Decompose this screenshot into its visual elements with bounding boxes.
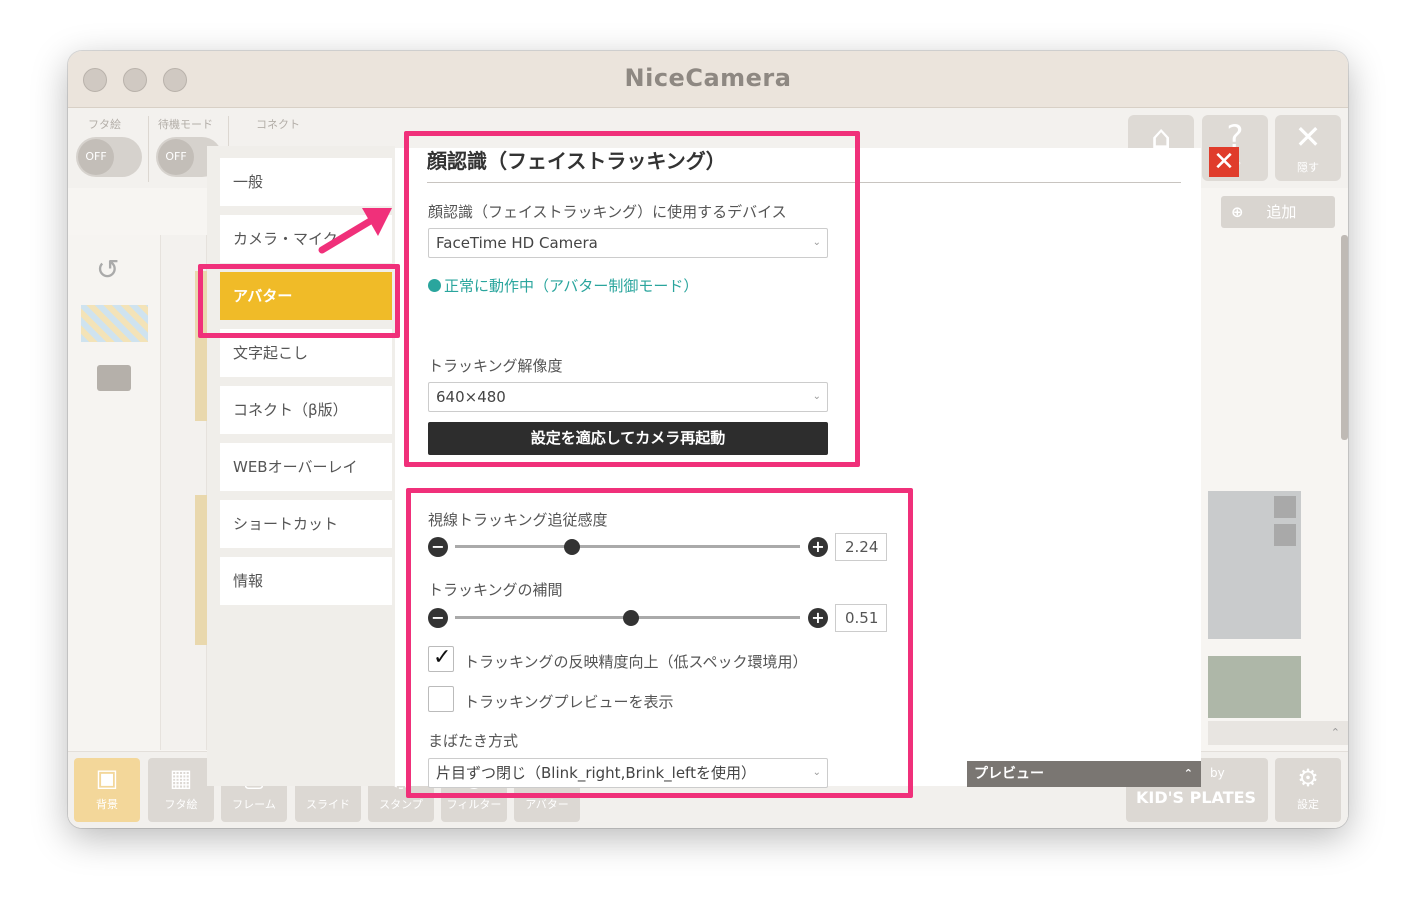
hide-caption: 隠す	[1297, 161, 1319, 174]
toggle-off-label: OFF	[158, 139, 194, 175]
settings-button[interactable]: ⚙ 設定	[1275, 758, 1341, 822]
plus-circle-icon: ⊕	[1231, 203, 1244, 221]
highlight-face-tracking-section	[404, 131, 860, 467]
bottom-tab-background[interactable]: ▣ 背景	[74, 758, 140, 822]
folder-icon[interactable]	[97, 365, 131, 391]
preview-bar[interactable]: プレビュー ⌃	[967, 761, 1201, 787]
bottom-tab-label: スライド	[306, 798, 350, 811]
arrow-annotation-icon	[318, 208, 392, 254]
grid-image-icon: ▦	[169, 764, 193, 792]
gear-icon: ⚙	[1297, 764, 1319, 792]
nav-item-general[interactable]: 一般	[220, 158, 392, 206]
chevron-up-icon: ⌃	[1330, 726, 1340, 739]
standby-label: 待機モード	[158, 118, 213, 131]
nav-item-info[interactable]: 情報	[220, 557, 392, 605]
bottom-tab-label: 背景	[96, 798, 118, 811]
add-label: 追加	[1266, 203, 1297, 221]
toggle-off-label: OFF	[78, 139, 114, 175]
add-button[interactable]: ⊕ 追加	[1221, 196, 1335, 228]
tree-photo-thumbnail[interactable]	[1208, 656, 1301, 718]
futae-label: フタ絵	[88, 118, 121, 131]
window-title: NiceCamera	[624, 64, 792, 92]
divider	[148, 116, 149, 182]
settings-caption: 設定	[1297, 798, 1319, 811]
nav-item-connect[interactable]: コネクト（β版）	[220, 386, 392, 434]
connect-label: コネクト	[256, 118, 300, 131]
by-label: by	[1210, 766, 1225, 780]
bottom-tab-label: フレーム	[232, 798, 276, 811]
hide-button[interactable]: ✕ 隠す	[1275, 115, 1341, 181]
background-left-sidebar: ↺	[68, 235, 161, 750]
qr-code-icon	[1274, 524, 1296, 546]
nav-item-web-overlay[interactable]: WEBオーバーレイ	[220, 443, 392, 491]
bottom-tab-label: フィルター	[446, 798, 502, 811]
history-icon[interactable]: ↺	[96, 253, 119, 286]
highlight-tracking-options-section	[406, 488, 913, 798]
close-dialog-button[interactable]: ✕	[1209, 147, 1239, 177]
image-icon: ▣	[95, 764, 119, 792]
bottom-tab-label: アバター	[525, 798, 569, 811]
thumbnail[interactable]	[195, 495, 207, 645]
highlight-avatar-nav	[198, 264, 400, 338]
bottom-tab-label: フタ絵	[164, 798, 198, 811]
close-icon: ✕	[1213, 147, 1235, 177]
bottom-tab-label: スタンプ	[379, 798, 423, 811]
nav-item-shortcut[interactable]: ショートカット	[220, 500, 392, 548]
preview-label: プレビュー	[974, 766, 1044, 782]
chevron-up-icon: ⌃	[1183, 767, 1193, 780]
futae-toggle[interactable]: OFF	[76, 137, 142, 177]
title-bar: NiceCamera	[68, 51, 1348, 108]
pattern-thumbnail[interactable]	[81, 305, 148, 342]
kids-plates-logo: KID'S PLATES	[1136, 788, 1257, 807]
bottom-tab-futae[interactable]: ▦ フタ絵	[148, 758, 214, 822]
scrollbar[interactable]	[1341, 235, 1348, 440]
close-icon: ✕	[1294, 118, 1322, 156]
qr-code-icon	[1274, 496, 1296, 518]
panel-collapse-bar[interactable]: ⌃	[1208, 721, 1348, 745]
